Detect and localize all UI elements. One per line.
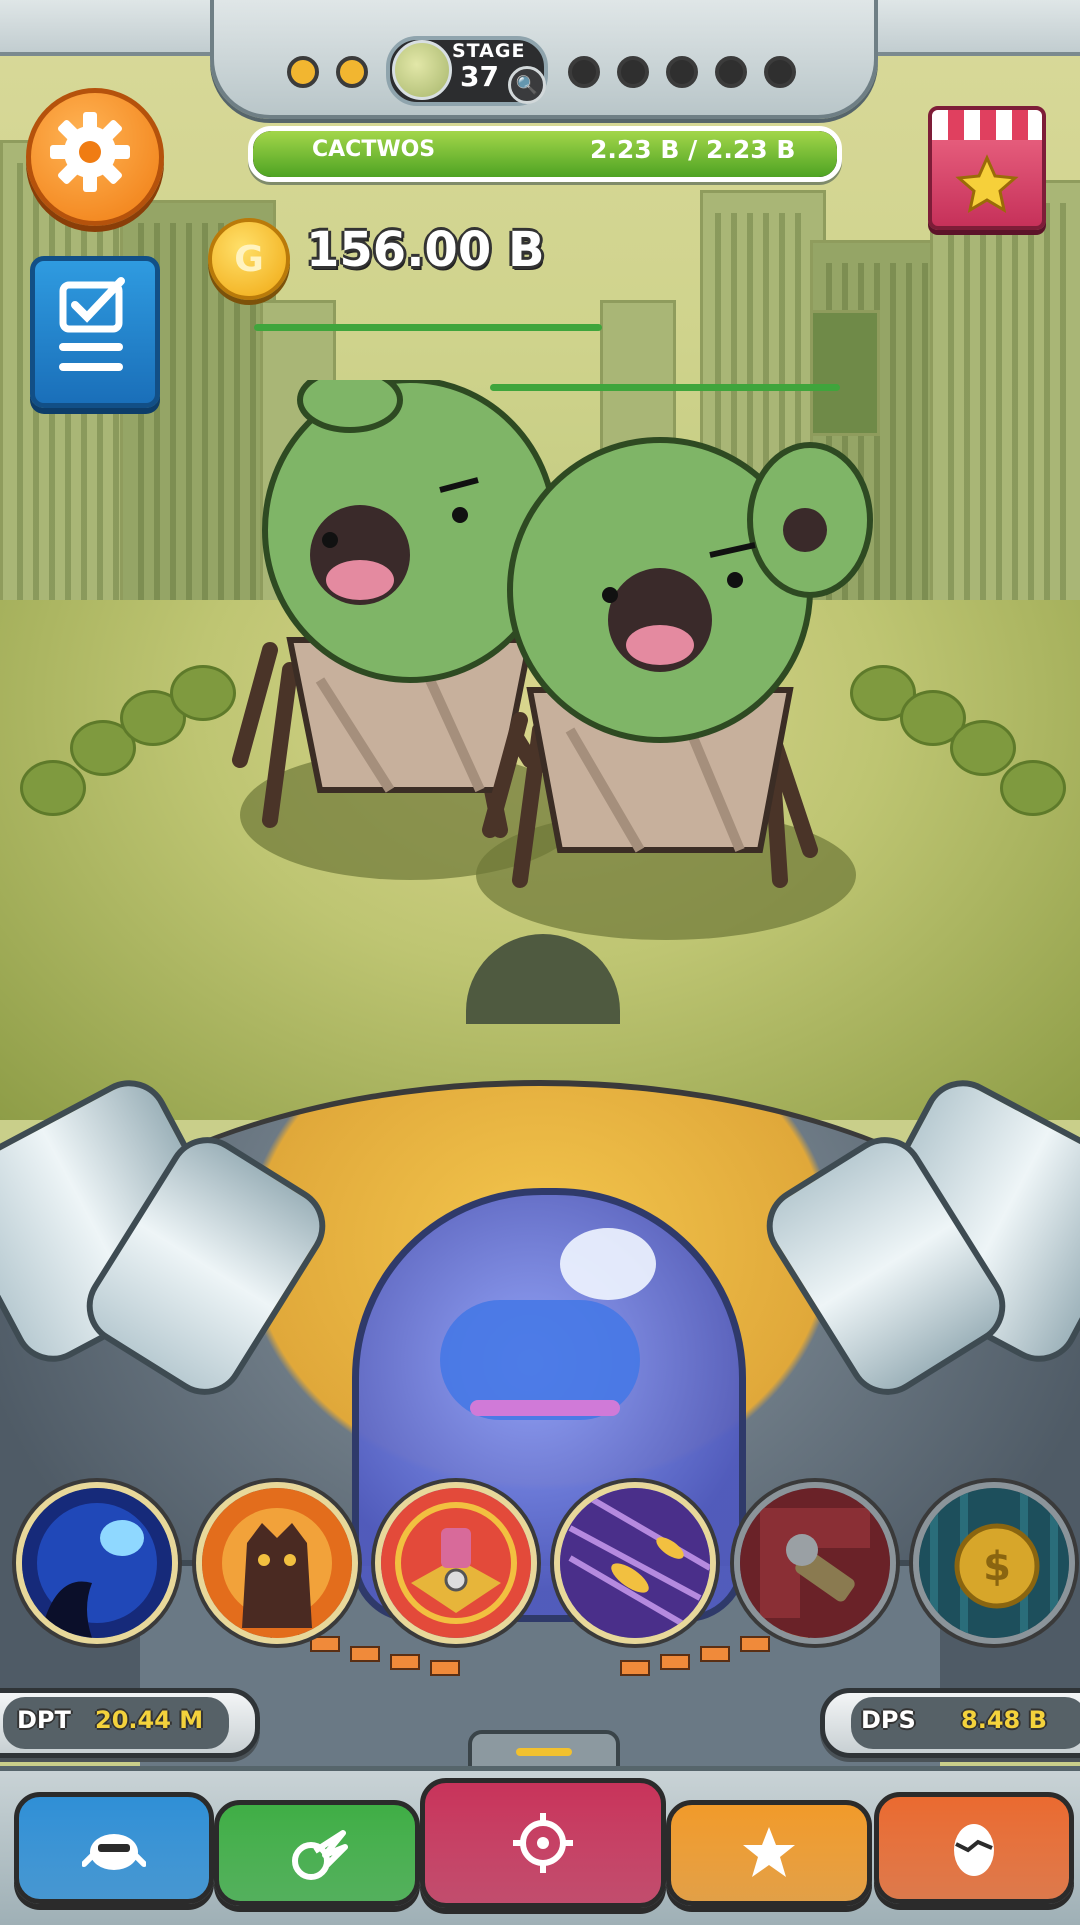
svg-text:$: $ [983, 1544, 1011, 1590]
stage-progress-dot [568, 56, 600, 88]
hedge [170, 665, 236, 721]
weapons-tab[interactable] [214, 1800, 420, 1906]
enemy-hp-text: 2.23 B / 2.23 B [590, 135, 796, 164]
quests-button[interactable] [30, 256, 160, 408]
gear-icon [50, 112, 130, 192]
dps-label: DPS [861, 1706, 916, 1734]
enemy-health-bar [254, 324, 602, 331]
dps-value: 8.48 B [961, 1706, 1047, 1734]
dome-shine [560, 1228, 656, 1300]
settings-button[interactable] [26, 88, 164, 226]
gold-coin-icon: G [208, 218, 290, 300]
cannon-shell-icon [740, 1488, 890, 1638]
pilot-tab[interactable] [14, 1792, 214, 1904]
battle-tab[interactable] [420, 1778, 666, 1908]
stage-progress-dot [715, 56, 747, 88]
egg-tab[interactable] [874, 1792, 1074, 1904]
shop-button[interactable] [928, 106, 1046, 230]
skill-cannon-shell[interactable] [734, 1482, 896, 1644]
skill-bullet-rain[interactable] [554, 1482, 716, 1644]
enemy-name: CACTWOS [312, 137, 436, 162]
pilot-collar [470, 1400, 620, 1416]
comet-strike-icon [22, 1488, 172, 1638]
stage-progress-dot [617, 56, 649, 88]
stage-progress-dot [287, 56, 319, 88]
pilot-icon [82, 1834, 146, 1870]
stage-number: 37 [460, 60, 499, 93]
dpt-panel: DPT 20.44 M [0, 1688, 260, 1758]
dps-panel: DPS 8.48 B [820, 1688, 1080, 1758]
checklist-icon [59, 277, 125, 371]
crosshair-icon [513, 1813, 573, 1873]
star-icon [955, 154, 1019, 214]
skill-demon-rage[interactable] [196, 1482, 358, 1644]
egg-icon [954, 1824, 994, 1876]
stage-progress-dot [764, 56, 796, 88]
stage-map-icon [392, 40, 452, 100]
demon-rage-icon [202, 1488, 352, 1638]
hedge [20, 760, 86, 816]
dpt-label: DPT [17, 1706, 71, 1734]
hedge [1000, 760, 1066, 816]
billboard [810, 310, 880, 436]
skill-comet-strike[interactable] [16, 1482, 178, 1644]
stage-label: STAGE [452, 40, 526, 62]
cactus-enemy[interactable] [470, 430, 890, 890]
skill-gold-coin[interactable]: $ [913, 1482, 1075, 1644]
gold-coin-icon: $ [919, 1488, 1069, 1638]
turret-icon [381, 1488, 531, 1638]
claw-icon [292, 1830, 348, 1880]
dpt-value: 20.44 M [95, 1706, 204, 1734]
favorites-tab[interactable] [666, 1800, 872, 1906]
star-icon [743, 1827, 795, 1877]
stage-progress-dot [666, 56, 698, 88]
hedge [950, 720, 1016, 776]
stage-progress-dot [336, 56, 368, 88]
skill-turret[interactable] [375, 1482, 537, 1644]
bullet-rain-icon [560, 1488, 710, 1638]
magnifier-icon[interactable]: 🔍 [508, 66, 546, 104]
gold-amount: 156.00 B [306, 222, 545, 278]
